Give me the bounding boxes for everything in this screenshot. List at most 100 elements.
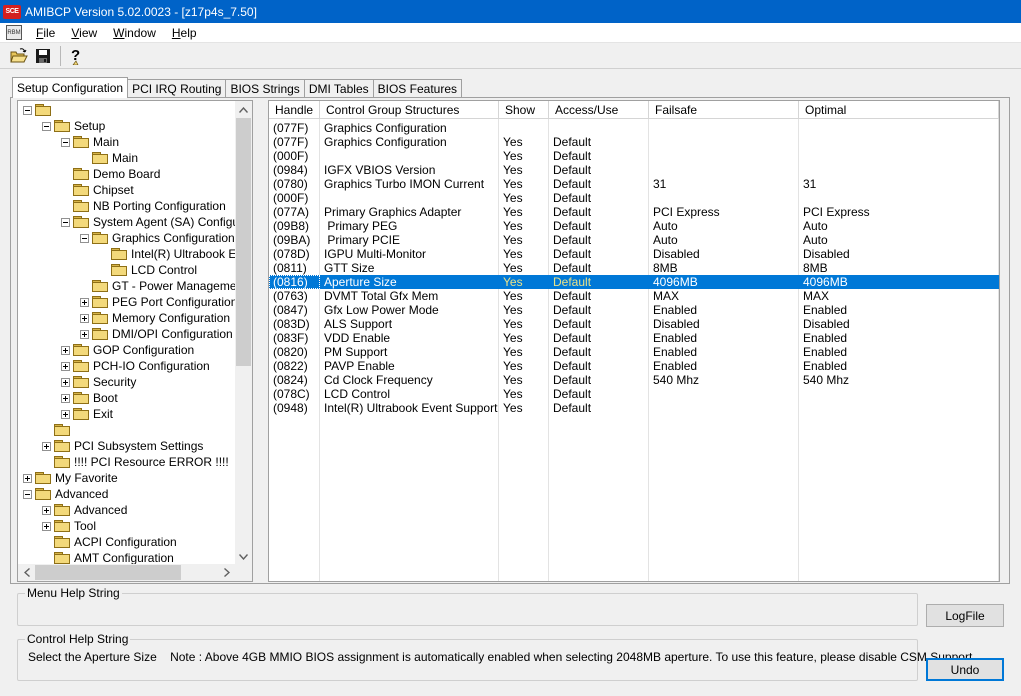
tab-setup-configuration[interactable]: Setup Configuration	[12, 77, 129, 98]
expand-plus-icon[interactable]	[23, 473, 32, 483]
table-row[interactable]: (0824) Cd Clock Frequency Yes Default 540 Mh…	[269, 373, 999, 387]
tree-item[interactable]: Main	[80, 150, 138, 166]
show-cell[interactable]: Yes	[499, 163, 549, 177]
tree-item[interactable]: System Agent (SA) Configurati	[61, 214, 252, 230]
tree-item[interactable]: Memory Configuration	[80, 310, 230, 326]
menu-help[interactable]: Help	[164, 26, 205, 40]
tree-item[interactable]: PCI Subsystem Settings	[42, 438, 203, 454]
tree-item[interactable]: GT - Power Management	[80, 278, 247, 294]
table-row[interactable]: (09B8) Primary PEG Yes Default Auto Auto	[269, 219, 999, 233]
failsafe-cell[interactable]: MAX	[649, 289, 799, 303]
collapse-minus-icon[interactable]	[23, 489, 32, 499]
access-cell[interactable]: Default	[549, 275, 649, 289]
tree-item[interactable]: Tool	[42, 518, 96, 534]
tree-item[interactable]: Demo Board	[61, 166, 160, 182]
table-row[interactable]: (000F) Yes Default	[269, 149, 999, 163]
tree-vertical-scroll-thumb[interactable]	[236, 118, 251, 366]
scroll-up-arrow-icon[interactable]	[235, 101, 252, 118]
column-header-control-group-structures[interactable]: Control Group Structures	[320, 101, 499, 119]
access-cell[interactable]: Default	[549, 177, 649, 191]
scroll-left-arrow-icon[interactable]	[18, 564, 35, 581]
table-row[interactable]: (0763) DVMT Total Gfx Mem Yes Default MAX MAX	[269, 289, 999, 303]
access-cell[interactable]: Default	[549, 359, 649, 373]
access-cell[interactable]: Default	[549, 163, 649, 177]
table-row[interactable]: (077F) Graphics Configuration	[269, 121, 999, 135]
show-cell[interactable]: Yes	[499, 317, 549, 331]
show-cell[interactable]: Yes	[499, 191, 549, 205]
failsafe-cell[interactable]: Disabled	[649, 317, 799, 331]
tab-bios-strings[interactable]: BIOS Strings	[225, 79, 305, 98]
access-cell[interactable]: Default	[549, 373, 649, 387]
expand-plus-icon[interactable]	[61, 409, 70, 419]
access-cell[interactable]: Default	[549, 191, 649, 205]
table-row[interactable]: (083F) VDD Enable Yes Default Enabled Enabled	[269, 331, 999, 345]
table-row[interactable]: (000F) Yes Default	[269, 191, 999, 205]
expand-plus-icon[interactable]	[61, 361, 70, 371]
column-header-optimal[interactable]: Optimal	[799, 101, 999, 119]
optimal-cell[interactable]: Disabled	[799, 317, 999, 331]
collapse-minus-icon[interactable]	[42, 121, 51, 131]
failsafe-cell[interactable]	[649, 149, 799, 163]
column-header-failsafe[interactable]: Failsafe	[649, 101, 799, 119]
optimal-cell[interactable]: 31	[799, 177, 999, 191]
column-header-show[interactable]: Show	[499, 101, 549, 119]
expand-plus-icon[interactable]	[61, 393, 70, 403]
table-row[interactable]: (0820) PM Support Yes Default Enabled Enabled	[269, 345, 999, 359]
optimal-cell[interactable]	[799, 191, 999, 205]
show-cell[interactable]: Yes	[499, 233, 549, 247]
undo-button[interactable]: Undo	[926, 658, 1004, 681]
optimal-cell[interactable]: Enabled	[799, 345, 999, 359]
optimal-cell[interactable]: MAX	[799, 289, 999, 303]
expand-plus-icon[interactable]	[42, 505, 51, 515]
tree-vertical-scrollbar[interactable]	[235, 101, 252, 565]
tree-item[interactable]: LCD Control	[99, 262, 197, 278]
show-cell[interactable]: Yes	[499, 359, 549, 373]
optimal-cell[interactable]: PCI Express	[799, 205, 999, 219]
open-folder-icon[interactable]	[8, 45, 30, 67]
tree-item[interactable]: GOP Configuration	[61, 342, 194, 358]
failsafe-cell[interactable]	[649, 191, 799, 205]
tree-item[interactable]: Chipset	[61, 182, 134, 198]
tree-item[interactable]: Graphics Configuration	[80, 230, 235, 246]
show-cell[interactable]	[499, 121, 549, 135]
failsafe-cell[interactable]: 31	[649, 177, 799, 191]
show-cell[interactable]: Yes	[499, 373, 549, 387]
access-cell[interactable]: Default	[549, 149, 649, 163]
tree-item[interactable]: Exit	[61, 406, 113, 422]
access-cell[interactable]: Default	[549, 247, 649, 261]
optimal-cell[interactable]	[799, 135, 999, 149]
show-cell[interactable]: Yes	[499, 289, 549, 303]
tree-item[interactable]: !!!! PCI Resource ERROR !!!!	[42, 454, 229, 470]
failsafe-cell[interactable]: Enabled	[649, 331, 799, 345]
optimal-cell[interactable]: Enabled	[799, 359, 999, 373]
tree-horizontal-scrollbar[interactable]	[18, 564, 235, 581]
tree-horizontal-scroll-thumb[interactable]	[35, 565, 181, 580]
expand-plus-icon[interactable]	[61, 345, 70, 355]
show-cell[interactable]: Yes	[499, 345, 549, 359]
failsafe-cell[interactable]: Enabled	[649, 303, 799, 317]
show-cell[interactable]: Yes	[499, 387, 549, 401]
show-cell[interactable]: Yes	[499, 205, 549, 219]
access-cell[interactable]: Default	[549, 289, 649, 303]
collapse-minus-icon[interactable]	[61, 217, 70, 227]
optimal-cell[interactable]: Auto	[799, 233, 999, 247]
failsafe-cell[interactable]: PCI Express	[649, 205, 799, 219]
expand-plus-icon[interactable]	[80, 313, 89, 323]
access-cell[interactable]: Default	[549, 401, 649, 415]
logfile-button[interactable]: LogFile	[926, 604, 1004, 627]
save-icon[interactable]	[32, 45, 54, 67]
failsafe-cell[interactable]: Disabled	[649, 247, 799, 261]
expand-plus-icon[interactable]	[61, 377, 70, 387]
failsafe-cell[interactable]	[649, 135, 799, 149]
scroll-right-arrow-icon[interactable]	[218, 564, 235, 581]
access-cell[interactable]: Default	[549, 233, 649, 247]
optimal-cell[interactable]: 540 Mhz	[799, 373, 999, 387]
failsafe-cell[interactable]: 540 Mhz	[649, 373, 799, 387]
failsafe-cell[interactable]: Enabled	[649, 359, 799, 373]
tab-dmi-tables[interactable]: DMI Tables	[303, 79, 374, 98]
tree-item[interactable]: Intel(R) Ultrabook Ev	[99, 246, 242, 262]
tree-item[interactable]	[42, 422, 74, 438]
table-row[interactable]: (083D) ALS Support Yes Default Disabled Disab…	[269, 317, 999, 331]
tree-item[interactable]: My Favorite	[23, 470, 118, 486]
failsafe-cell[interactable]: 8MB	[649, 261, 799, 275]
